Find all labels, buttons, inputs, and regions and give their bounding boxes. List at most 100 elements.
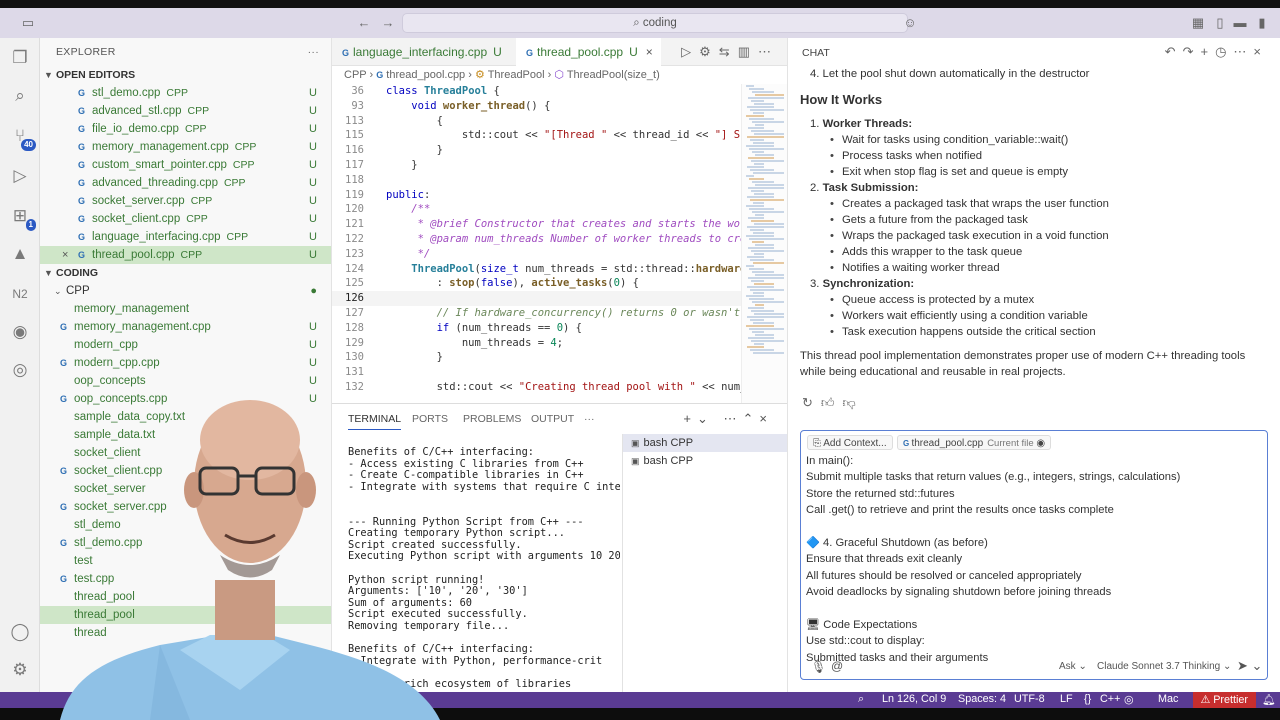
tab-problems[interactable]: PROBLEMS — [463, 413, 521, 425]
more-icon[interactable]: ··· — [584, 413, 595, 425]
send-icon[interactable]: ➤ ⌄ — [1237, 658, 1262, 674]
new-terminal-icon[interactable]: +⌄ — [683, 411, 713, 426]
file-tree-item[interactable]: Gsocket_client.cpp — [40, 462, 331, 480]
file-tree-item[interactable]: thread_pool — [40, 606, 331, 624]
minimap[interactable] — [741, 84, 787, 403]
breadcrumb-item[interactable]: CPP — [344, 69, 366, 81]
file-tree-item[interactable]: socket_server — [40, 480, 331, 498]
encoding[interactable]: UTF-8 — [1014, 693, 1045, 705]
open-editor-item[interactable]: Gmemory_management.cpp CPP U — [40, 138, 331, 156]
close-icon[interactable]: × — [1253, 44, 1268, 59]
close-icon[interactable]: × — [62, 246, 68, 264]
file-tree-item[interactable]: sample_data.txt — [40, 426, 331, 444]
toggle-primary-sidebar-icon[interactable]: ▯ — [1212, 15, 1228, 31]
folder-cpp[interactable]: ⌄ CPP ● — [40, 282, 331, 300]
line-ending[interactable]: LF — [1060, 693, 1073, 705]
copilot-icon[interactable]: ☺ — [902, 15, 918, 31]
explorer-icon[interactable]: ❐ — [8, 46, 32, 70]
add-context-button[interactable]: ⎘ Add Context... — [807, 435, 893, 450]
open-editor-item[interactable]: Gsocket_client.cpp CPP U — [40, 210, 331, 228]
terminal-output[interactable]: Benefits of C/C++ interfacing: - Access e… — [348, 447, 620, 690]
command-center-search[interactable]: ⌕ coding — [402, 13, 908, 33]
run-debug-icon[interactable]: ▷ — [8, 164, 32, 188]
tab-output[interactable]: OUTPUT — [531, 413, 574, 425]
open-editor-item[interactable]: Gstl_demo.cpp CPP U — [40, 84, 331, 102]
azure-icon[interactable]: ▲ — [8, 242, 32, 266]
zoom-icon[interactable]: ⌕ — [858, 693, 864, 706]
current-file-chip[interactable]: G thread_pool.cpp Current file ◉ — [897, 435, 1052, 450]
indentation[interactable]: Spaces: 4 — [958, 693, 1006, 705]
breadcrumb-item[interactable]: ThreadPool(size_t) — [567, 69, 660, 81]
file-tree-item[interactable]: Gstl_demo.cpp — [40, 534, 331, 552]
prettier-status[interactable]: ⚠ Prettier — [1192, 692, 1256, 708]
platform[interactable]: Mac — [1158, 693, 1178, 705]
open-editors-header[interactable]: ▼ OPEN EDITORS — [40, 66, 331, 84]
open-editor-item[interactable]: Glanguage_interfacing.cpp CPP U — [40, 228, 331, 246]
close-icon[interactable]: × — [646, 45, 653, 59]
file-tree-item[interactable]: oop_concepts U — [40, 372, 331, 390]
file-tree-item[interactable]: thread — [40, 624, 331, 642]
source-control-icon[interactable]: ⑂ 40 — [8, 124, 36, 151]
gear-icon[interactable]: ⚙ — [699, 44, 719, 59]
breadcrumb-item[interactable]: thread_pool.cpp — [386, 69, 465, 81]
copilot-status-icon[interactable]: ◎ — [1124, 693, 1133, 706]
file-tree-item[interactable]: Gmemory_management.cpp U — [40, 318, 331, 336]
file-tree-item[interactable]: stl_demo — [40, 516, 331, 534]
model-picker[interactable]: Claude Sonnet 3.7 Thinking ⌄ — [1097, 661, 1231, 672]
open-editor-item[interactable]: Gcustom_smart_pointer.cpp CPP U — [40, 156, 331, 174]
github-icon[interactable]: ◎ — [8, 358, 32, 382]
open-editor-item[interactable]: Gadvanced_stl.cpp CPP U — [40, 102, 331, 120]
chat-input[interactable]: ⎘ Add Context... G thread_pool.cpp Curren… — [800, 430, 1268, 680]
open-editor-item[interactable]: Gadvanced_threading.cpp CPP U — [40, 174, 331, 192]
terminal-item[interactable]: ▣ bash CPP — [623, 434, 787, 452]
notifications-icon[interactable]: 🔔︎ — [1262, 693, 1276, 706]
file-tree-item[interactable]: Goop_concepts.cpp U — [40, 390, 331, 408]
copilot-icon[interactable]: ◉ — [8, 320, 32, 344]
breadcrumb-item[interactable]: ThreadPool — [488, 69, 545, 81]
split-editor-icon[interactable]: ▥ — [738, 44, 758, 59]
compare-icon[interactable]: ⇆ — [719, 44, 738, 59]
sidebar-toggle-icon[interactable]: ▭ — [20, 15, 36, 31]
history-icon[interactable]: ◷ — [1215, 44, 1233, 59]
file-tree-item[interactable]: test — [40, 552, 331, 570]
maximize-panel-icon[interactable]: ⌃ — [743, 411, 760, 426]
file-tree-item[interactable]: Gsocket_server.cpp — [40, 498, 331, 516]
undo-icon[interactable]: ↶ — [1165, 44, 1183, 59]
toggle-panel-icon[interactable]: ▬ — [1232, 15, 1248, 31]
terminal-item[interactable]: ▣ bash CPP — [623, 452, 787, 470]
workspace-header[interactable]: ▼ CODING — [40, 264, 331, 282]
search-icon[interactable]: ⌕ — [8, 84, 32, 108]
language-mode[interactable]: C++ — [1100, 693, 1120, 705]
file-tree-item[interactable]: Gmodern_cpp.cpp U — [40, 354, 331, 372]
forward-arrow-icon[interactable]: → — [380, 15, 396, 31]
eye-icon[interactable]: ◉ — [1034, 438, 1045, 449]
layout-icon[interactable]: ▦ — [1190, 15, 1206, 31]
file-tree-item[interactable]: Gtest.cpp — [40, 570, 331, 588]
mention-icon[interactable]: @ — [831, 659, 843, 673]
thumbs-up-icon[interactable]: 👍︎ — [821, 395, 843, 410]
file-tree-item[interactable]: socket_client — [40, 444, 331, 462]
cursor-position[interactable]: Ln 126, Col 9 — [882, 693, 946, 705]
more-actions-icon[interactable]: ··· — [308, 38, 319, 66]
file-tree-item[interactable]: thread_pool — [40, 588, 331, 606]
microphone-icon[interactable]: 🎙︎ — [811, 660, 826, 674]
open-editor-item[interactable]: Gsocket_server.cpp CPP U — [40, 192, 331, 210]
more-actions-icon[interactable]: ⋯ — [724, 411, 743, 426]
extensions-icon[interactable]: ⊞ 1 — [8, 204, 36, 231]
more-actions-icon[interactable]: ⋯ — [1233, 44, 1253, 59]
settings-gear-icon[interactable]: ⚙ — [8, 658, 32, 682]
run-icon[interactable]: ▷ — [681, 44, 699, 59]
back-arrow-icon[interactable]: ← — [356, 15, 372, 31]
n2-icon[interactable]: N2 — [8, 282, 32, 306]
tab-thread-pool[interactable]: Gthread_pool.cpp U × — [516, 38, 661, 66]
close-panel-icon[interactable]: × — [759, 411, 773, 426]
mode-picker[interactable]: Ask ⌄ — [1059, 661, 1087, 672]
tab-language-interfacing[interactable]: Glanguage_interfacing.cpp U — [332, 38, 516, 66]
file-tree-item[interactable]: sample_data_copy.txt — [40, 408, 331, 426]
open-editor-item[interactable]: Gfile_io_demo.cpp CPP U — [40, 120, 331, 138]
account-icon[interactable]: ◯ — [8, 620, 32, 644]
thumbs-down-icon[interactable]: 👎︎ — [843, 395, 864, 410]
file-tree-item[interactable]: memory_management — [40, 300, 331, 318]
retry-icon[interactable]: ↻ — [802, 395, 821, 410]
tab-terminal[interactable]: TERMINAL — [348, 413, 402, 430]
